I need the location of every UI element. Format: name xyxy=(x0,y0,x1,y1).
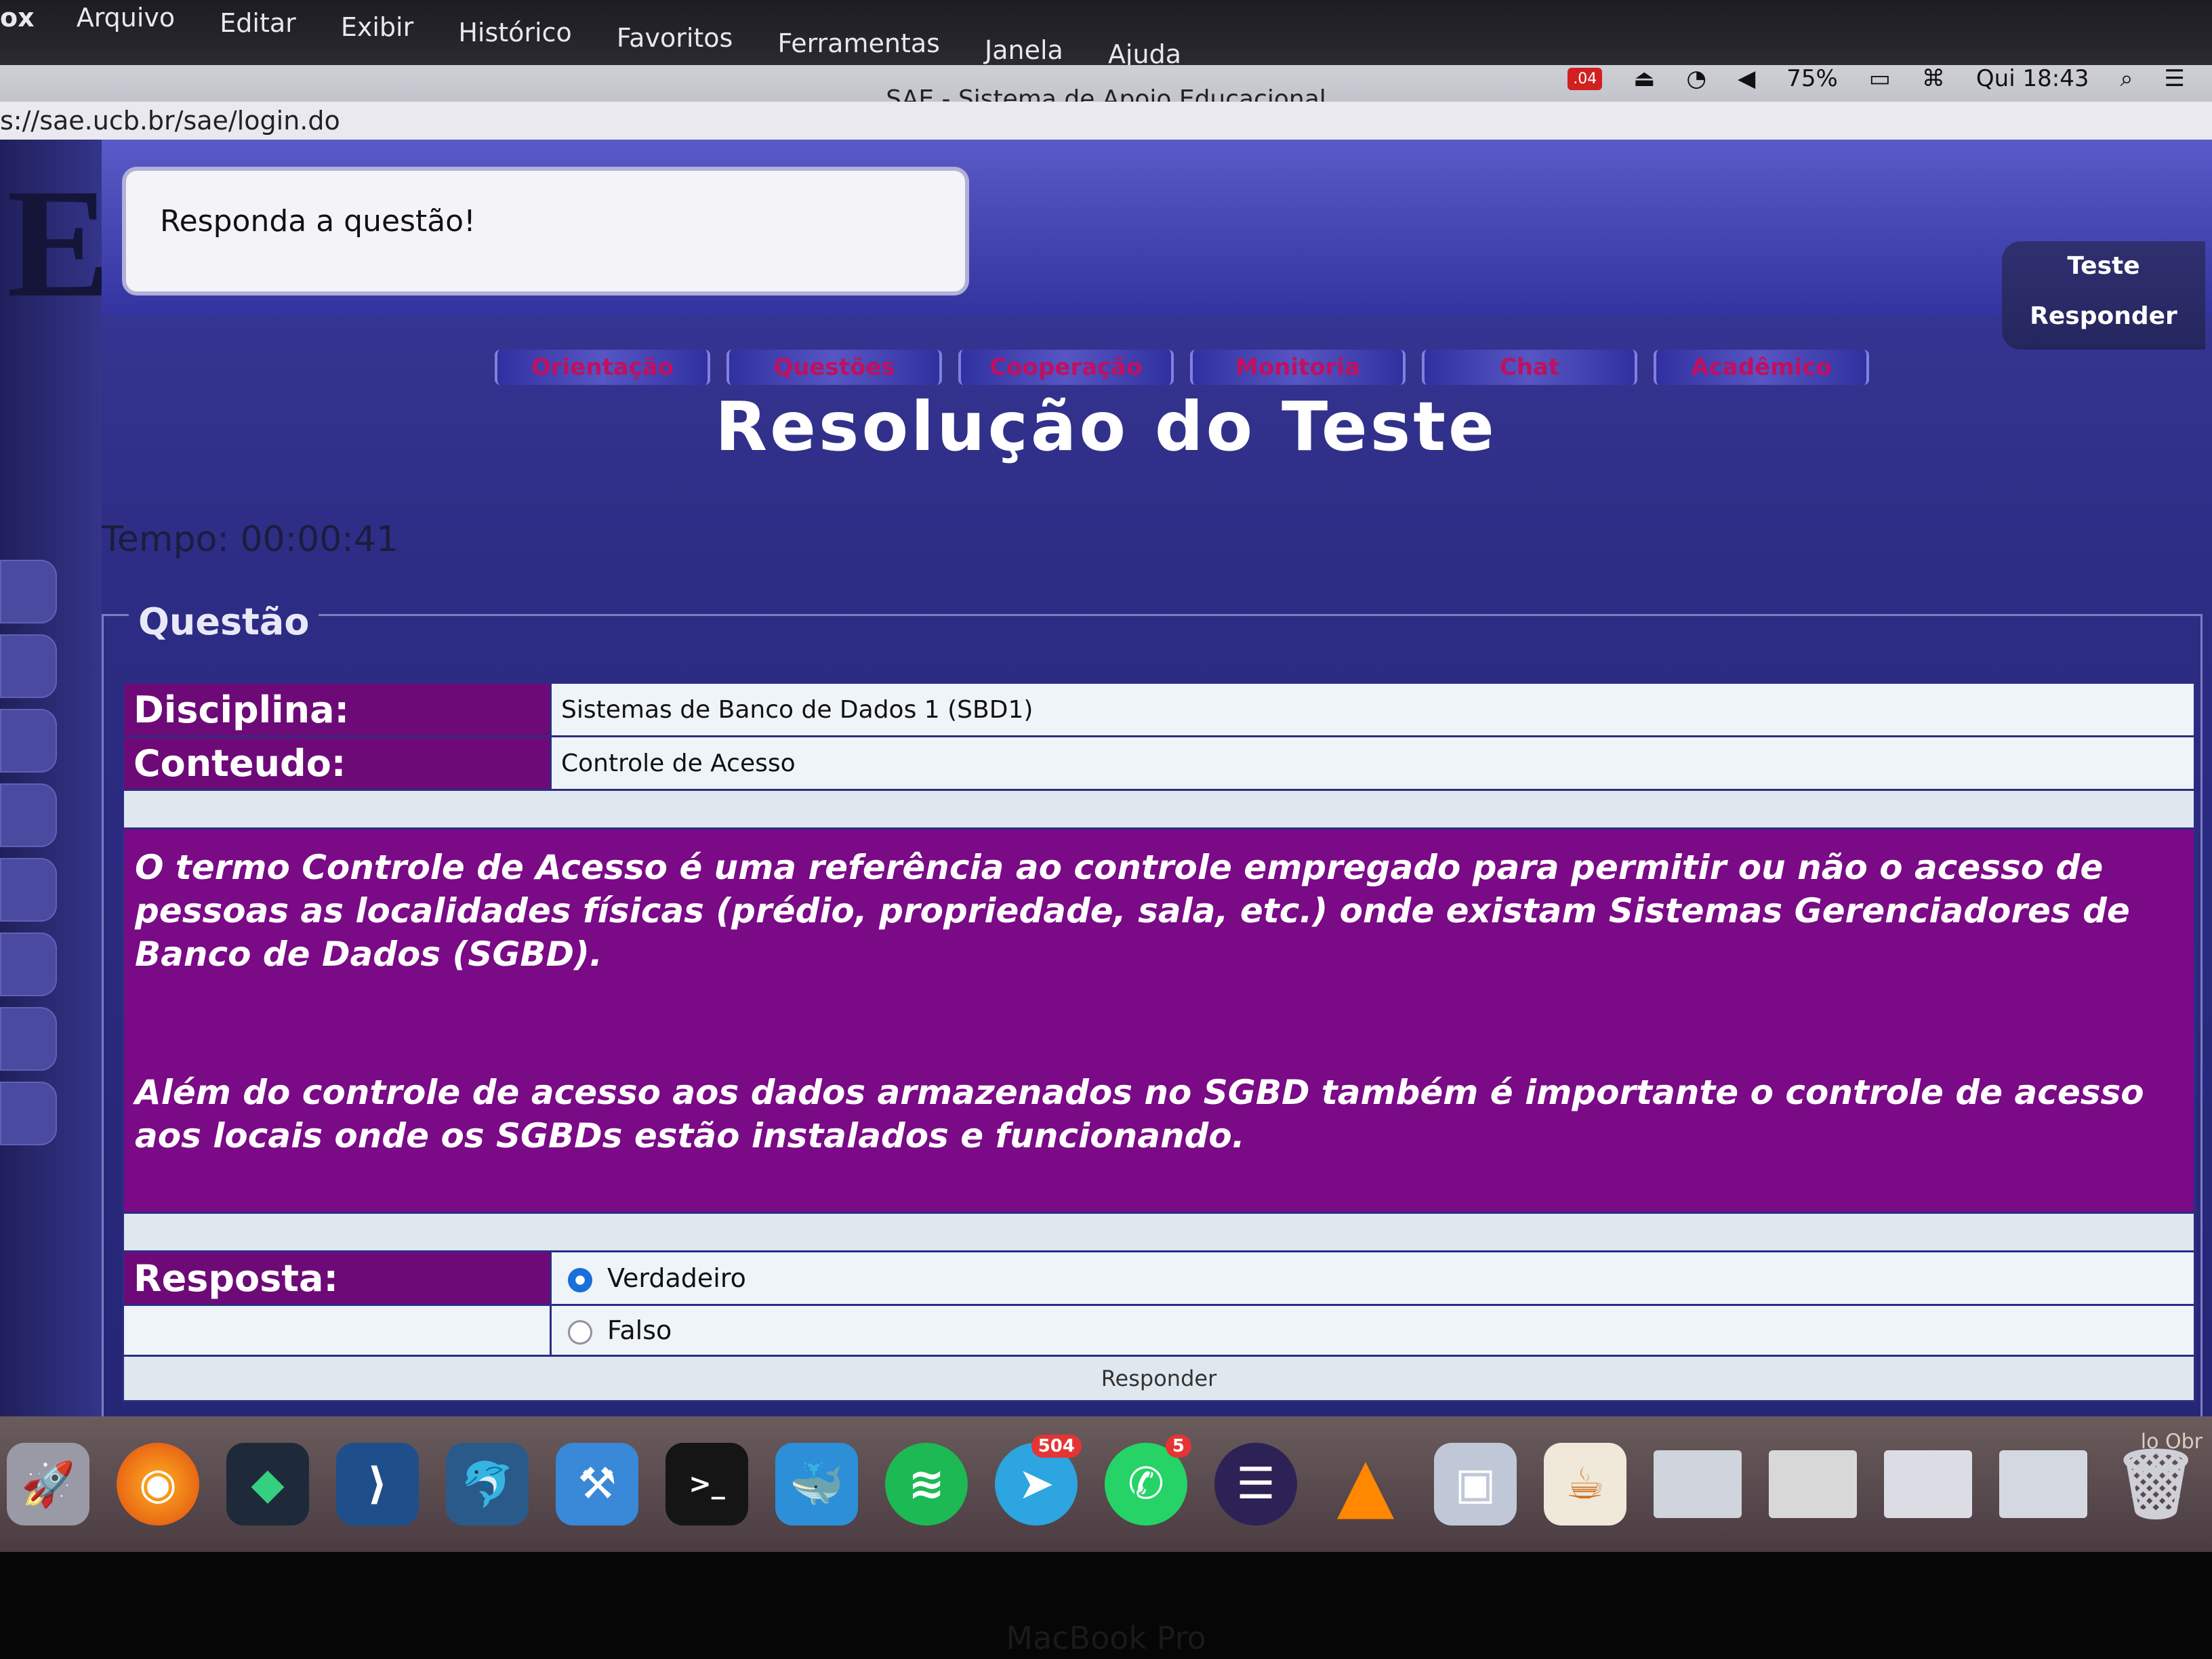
menu-favoritos[interactable]: Favoritos xyxy=(617,23,733,53)
menu-editar[interactable]: Editar xyxy=(220,8,296,38)
option-verdadeiro[interactable]: Verdadeiro xyxy=(550,1250,2196,1306)
tab-orientacao[interactable]: Orientação xyxy=(495,350,710,385)
clock[interactable]: Qui 18:43 xyxy=(1976,65,2089,92)
tab-cooperacao[interactable]: Cooperação xyxy=(958,350,1174,385)
rail-item[interactable] xyxy=(0,560,57,623)
question-table: Disciplina: Sistemas de Banco de Dados 1… xyxy=(122,682,2196,1402)
rail-item[interactable] xyxy=(0,783,57,847)
responder-button[interactable]: Responder xyxy=(1101,1366,1216,1391)
bezel-label: MacBook Pro xyxy=(1006,1620,1206,1656)
xcode-icon[interactable]: ⚒ xyxy=(556,1443,638,1525)
question-paragraph-1: O termo Controle de Acesso é uma referên… xyxy=(135,848,2130,974)
whatsapp-badge: 5 xyxy=(1165,1435,1191,1458)
menu-arquivo[interactable]: Arquivo xyxy=(77,3,175,33)
option-verdadeiro-label[interactable]: Verdadeiro xyxy=(607,1263,746,1293)
terminal-icon[interactable]: >_ xyxy=(665,1443,748,1525)
content-label: Conteudo: xyxy=(122,735,552,791)
teste-label: Teste xyxy=(2067,252,2140,280)
whatsapp-icon[interactable]: ✆ 5 xyxy=(1105,1435,1191,1525)
page-title: Resolução do Teste xyxy=(715,387,1497,466)
eclipse-icon[interactable]: ☰ xyxy=(1214,1443,1297,1525)
timer: Tempo: 00:00:41 xyxy=(102,519,398,560)
answer-label: Resposta: xyxy=(122,1250,552,1306)
spacer-row xyxy=(122,789,2196,830)
tab-questoes[interactable]: Questões xyxy=(726,350,942,385)
question-text: O termo Controle de Acesso é uma referên… xyxy=(122,827,2196,1214)
teste-responder-box[interactable]: Teste Responder xyxy=(2002,241,2205,350)
window-thumbnail-3-icon[interactable] xyxy=(1884,1450,1972,1518)
option-falso-label[interactable]: Falso xyxy=(607,1315,672,1345)
volume-icon[interactable]: ◀ xyxy=(1738,65,1755,92)
telegram-icon[interactable]: ➤ 504 xyxy=(995,1435,1082,1525)
window-thumbnail-4-icon[interactable] xyxy=(1999,1450,2087,1518)
alert-icon[interactable]: ⏏ xyxy=(1633,65,1655,92)
status-area: .04 ⏏ ◔ ◀ 75% ▭ ⌘ Qui 18:43 ⌕ ☰ xyxy=(1568,58,2185,99)
menu-historico[interactable]: Histórico xyxy=(458,18,571,47)
tab-academico[interactable]: Acadêmico xyxy=(1654,350,1869,385)
question-legend: Questão xyxy=(129,600,319,643)
laptop-bezel: MacBook Pro xyxy=(0,1552,2212,1659)
web-page: E ••• ◡ ☆ ≡ Responda a questão! Teste Re… xyxy=(0,140,2212,1416)
dock-folder-label: lo Obr xyxy=(2140,1430,2203,1454)
macos-menu-bar: ox Arquivo Editar Exibir Histórico Favor… xyxy=(0,0,2212,69)
question-paragraph-2: Além do controle de acesso aos dados arm… xyxy=(135,1073,2144,1155)
submit-cell: Responder xyxy=(122,1355,2196,1402)
window-thumbnail-1-icon[interactable] xyxy=(1654,1450,1742,1518)
content-value: Controle de Acesso xyxy=(550,735,2196,791)
menu-app-name[interactable]: ox xyxy=(0,3,35,33)
url-bar[interactable]: s://sae.ucb.br/sae/login.do xyxy=(0,102,2212,140)
launchpad-icon[interactable]: 🚀 xyxy=(7,1443,89,1525)
telegram-badge: 504 xyxy=(1031,1435,1082,1458)
vscode-icon[interactable]: ⟩ xyxy=(336,1443,419,1525)
spacer-row xyxy=(122,1212,2196,1252)
menu-janela[interactable]: Janela xyxy=(985,35,1063,65)
firefox-icon[interactable]: ◉ xyxy=(117,1443,199,1525)
sourcetree-icon[interactable]: ◆ xyxy=(226,1443,309,1525)
macos-dock: 🚀 ◉ ◆ ⟩ 🐬 ⚒ >_ 🐳 ≋ ➤ 504 ✆ 5 ☰ ▲ ▣ ☕ 🗑 xyxy=(0,1416,2212,1552)
tab-chat[interactable]: Chat xyxy=(1422,350,1637,385)
preview-icon[interactable]: ▣ xyxy=(1434,1443,1517,1525)
docker-icon[interactable]: 🐳 xyxy=(775,1443,858,1525)
radio-falso[interactable] xyxy=(568,1319,592,1345)
mysql-workbench-icon[interactable]: 🐬 xyxy=(446,1443,529,1525)
input-source-icon[interactable]: ⌘ xyxy=(1922,65,1945,92)
vlc-icon[interactable]: ▲ xyxy=(1324,1441,1407,1528)
rail-item[interactable] xyxy=(0,1082,57,1145)
discipline-value: Sistemas de Banco de Dados 1 (SBD1) xyxy=(550,682,2196,737)
spotify-icon[interactable]: ≋ xyxy=(885,1443,968,1525)
option-falso[interactable]: Falso xyxy=(550,1304,2196,1357)
rail-item[interactable] xyxy=(0,634,57,698)
rail-item[interactable] xyxy=(0,858,57,922)
tab-monitoria[interactable]: Monitoria xyxy=(1190,350,1406,385)
logo-letter: E xyxy=(7,157,111,329)
radio-verdadeiro[interactable] xyxy=(568,1267,592,1292)
window-thumbnail-2-icon[interactable] xyxy=(1769,1450,1857,1518)
empty-cell xyxy=(122,1304,552,1357)
battery-percent[interactable]: 75% xyxy=(1786,65,1838,92)
battery-icon[interactable]: ▭ xyxy=(1869,65,1891,92)
java-icon[interactable]: ☕ xyxy=(1544,1443,1626,1525)
notification-badge-icon[interactable]: .04 xyxy=(1568,67,1603,90)
trash-icon[interactable]: 🗑 xyxy=(2113,1443,2199,1525)
notification-center-icon[interactable]: ☰ xyxy=(2165,65,2185,92)
wifi-icon[interactable]: ◔ xyxy=(1686,65,1706,92)
rail-item[interactable] xyxy=(0,933,57,996)
discipline-label: Disciplina: xyxy=(122,682,552,737)
rail-item[interactable] xyxy=(0,709,57,773)
rail-item[interactable] xyxy=(0,1007,57,1071)
left-rail: E xyxy=(0,140,110,1416)
menu-ferramentas[interactable]: Ferramentas xyxy=(777,28,940,58)
message-box: Responda a questão! xyxy=(122,167,969,295)
menu-exibir[interactable]: Exibir xyxy=(341,12,413,42)
nav-tabs: Orientação Questões Cooperação Monitoria… xyxy=(495,350,1869,385)
responder-label[interactable]: Responder xyxy=(2002,291,2205,342)
spotlight-search-icon[interactable]: ⌕ xyxy=(2120,65,2133,92)
